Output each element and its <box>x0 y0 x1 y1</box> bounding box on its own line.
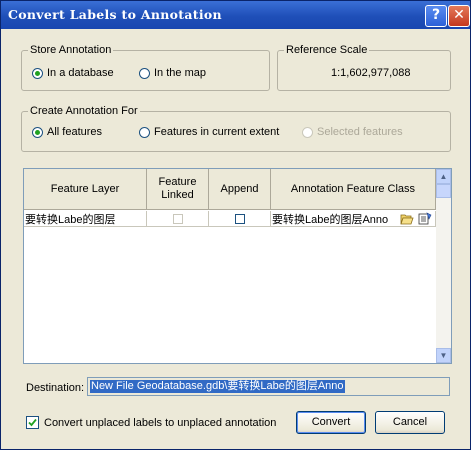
create-annotation-for-group: Create Annotation For All features Featu… <box>21 105 451 152</box>
convert-labels-dialog: Convert Labels to Annotation ? ✕ Store A… <box>0 0 471 450</box>
radio-selected-features: Selected features <box>302 126 403 138</box>
radio-all-features[interactable]: All features <box>32 126 102 138</box>
dialog-title: Convert Labels to Annotation <box>8 7 222 22</box>
annotation-class-value[interactable]: 要转换Labe的图层Anno <box>272 211 388 227</box>
radio-in-database[interactable]: In a database <box>32 67 114 79</box>
table-row-feature-layer[interactable]: 要转换Labe的图层 <box>24 211 147 227</box>
scroll-up-icon[interactable]: ▲ <box>436 169 451 184</box>
reference-scale-value: 1:1,602,977,088 <box>331 67 411 79</box>
convert-button[interactable]: Convert <box>296 411 366 434</box>
destination-value: New File Geodatabase.gdb\要转换Labe的图层Anno <box>90 380 345 393</box>
column-header-feature-layer[interactable]: Feature Layer <box>24 169 147 210</box>
radio-current-extent[interactable]: Features in current extent <box>139 126 279 138</box>
close-button[interactable]: ✕ <box>448 5 470 27</box>
radio-in-map[interactable]: In the map <box>139 67 206 79</box>
radio-button-icon <box>32 126 43 138</box>
scroll-thumb[interactable] <box>436 184 451 198</box>
checkbox-checked-icon[interactable] <box>26 416 39 429</box>
reference-scale-label: Reference Scale <box>284 44 370 56</box>
feature-linked-checkbox <box>172 213 183 224</box>
properties-icon[interactable] <box>418 212 432 225</box>
title-bar: Convert Labels to Annotation ? ✕ <box>1 1 470 29</box>
radio-in-map-label: In the map <box>154 67 206 79</box>
convert-unplaced-label: Convert unplaced labels to unplaced anno… <box>44 416 277 429</box>
create-annotation-for-label: Create Annotation For <box>28 105 140 117</box>
destination-label: Destination: <box>26 382 85 394</box>
radio-all-features-label: All features <box>47 126 103 138</box>
radio-button-icon <box>139 67 150 79</box>
radio-selected-features-label: Selected features <box>317 126 403 138</box>
reference-scale-group: Reference Scale 1:1,602,977,088 <box>277 44 451 91</box>
open-folder-icon[interactable] <box>400 212 414 225</box>
append-checkbox[interactable] <box>234 213 245 224</box>
table-scrollbar[interactable]: ▲ ▼ <box>436 169 451 363</box>
column-header-annotation-class[interactable]: Annotation Feature Class <box>271 169 436 210</box>
scroll-down-icon[interactable]: ▼ <box>436 348 451 363</box>
cancel-button[interactable]: Cancel <box>375 411 445 434</box>
destination-field[interactable]: New File Geodatabase.gdb\要转换Labe的图层Anno <box>87 377 450 396</box>
feature-linked-cell <box>147 211 209 227</box>
help-button[interactable]: ? <box>425 5 447 27</box>
radio-button-icon <box>32 67 43 79</box>
radio-button-icon <box>139 126 150 138</box>
convert-unplaced-option[interactable]: Convert unplaced labels to unplaced anno… <box>26 416 276 429</box>
store-annotation-group: Store Annotation In a database In the ma… <box>21 44 270 91</box>
layers-table: Feature Layer Feature Linked Append Anno… <box>23 168 452 364</box>
annotation-class-cell: 要转换Labe的图层Anno <box>271 211 436 227</box>
radio-in-database-label: In a database <box>47 67 114 79</box>
column-header-append[interactable]: Append <box>209 169 271 210</box>
column-header-feature-linked[interactable]: Feature Linked <box>147 169 209 210</box>
store-annotation-label: Store Annotation <box>28 44 114 56</box>
append-cell <box>209 211 271 227</box>
radio-button-icon <box>302 126 313 138</box>
radio-current-extent-label: Features in current extent <box>154 126 280 138</box>
